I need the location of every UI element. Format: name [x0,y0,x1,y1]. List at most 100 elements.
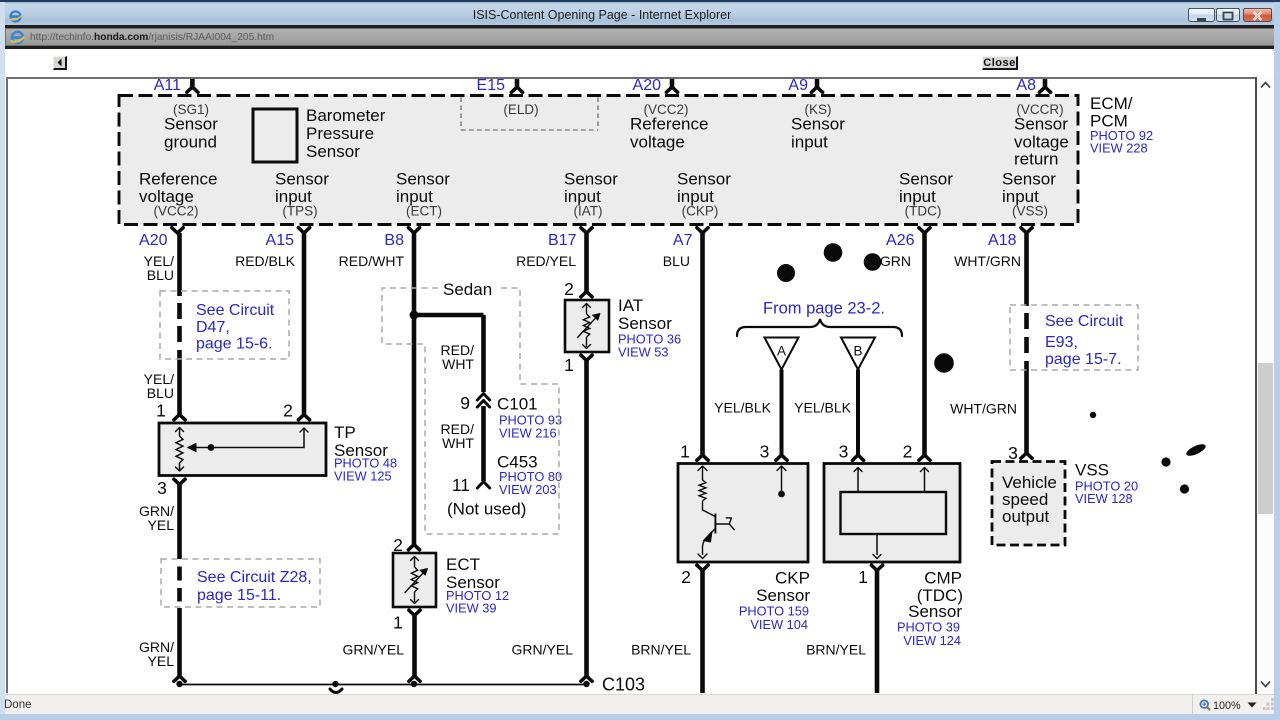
svg-text:ECM/: ECM/ [1090,94,1133,113]
svg-text:BRN/YEL: BRN/YEL [806,642,866,658]
svg-text:Sensor: Sensor [677,170,731,189]
svg-text:From page 23-2.: From page 23-2. [763,300,885,318]
svg-text:return: return [1014,150,1058,169]
svg-text:B17: B17 [548,232,577,249]
svg-text:BLU: BLU [147,267,174,283]
svg-text:D47,: D47, [196,319,230,336]
svg-text:A20: A20 [633,77,662,94]
svg-text:See Circuit: See Circuit [1045,313,1124,330]
svg-text:CKP: CKP [775,569,810,588]
svg-text:VIEW 104: VIEW 104 [750,617,808,632]
svg-text:2: 2 [681,567,691,587]
svg-text:BLU: BLU [663,253,690,269]
svg-text:RED/BLK: RED/BLK [235,253,296,269]
svg-text:Sensor: Sensor [791,115,845,134]
svg-text:WHT: WHT [442,435,474,451]
svg-text:Barometer: Barometer [306,106,386,125]
svg-text:input: input [791,133,828,152]
svg-text:B: B [853,344,862,359]
svg-text:Sensor: Sensor [396,170,450,189]
svg-text:1: 1 [156,401,166,421]
svg-text:2: 2 [903,442,913,462]
svg-text:Pressure: Pressure [306,124,374,143]
svg-text:WHT/GRN: WHT/GRN [954,253,1021,269]
svg-text:1: 1 [680,442,690,462]
svg-text:B8: B8 [384,232,404,249]
svg-text:CMP: CMP [924,569,962,588]
svg-text:Sensor: Sensor [908,602,962,621]
svg-text:A7: A7 [673,232,693,249]
svg-text:(VSS): (VSS) [1012,204,1048,219]
svg-text:Sensor: Sensor [1002,170,1056,189]
svg-text:2: 2 [564,279,574,299]
svg-text:BRN/YEL: BRN/YEL [631,642,691,658]
svg-text:Sensor: Sensor [756,586,810,605]
svg-text:(TDC): (TDC) [905,204,942,219]
svg-text:A: A [777,344,786,359]
svg-text:Reference: Reference [630,115,708,134]
svg-text:WHT: WHT [442,356,474,372]
svg-text:VIEW 216: VIEW 216 [499,426,557,441]
svg-text:A8: A8 [1016,77,1036,94]
svg-text:A11: A11 [154,77,181,94]
svg-text:See Circuit Z28,: See Circuit Z28, [197,569,312,586]
svg-text:(CKP): (CKP) [682,204,719,219]
svg-text:Sensor: Sensor [164,115,218,134]
svg-text:VIEW 53: VIEW 53 [618,345,669,360]
svg-text:Sedan: Sedan [443,280,492,299]
svg-text:A15: A15 [266,232,295,249]
svg-text:VIEW 128: VIEW 128 [1075,491,1133,506]
svg-text:3: 3 [1008,443,1018,463]
svg-text:Sensor: Sensor [1014,115,1068,134]
svg-text:3: 3 [839,442,849,462]
svg-text:(Not used): (Not used) [447,500,526,519]
svg-text:page 15-11.: page 15-11. [197,587,281,604]
svg-text:WHT/GRN: WHT/GRN [950,401,1017,417]
svg-text:3: 3 [760,442,770,462]
svg-text:2: 2 [283,401,293,421]
svg-text:ECT: ECT [446,555,480,574]
svg-text:(VCC2): (VCC2) [153,204,198,219]
svg-text:VIEW 125: VIEW 125 [334,469,392,484]
svg-text:VIEW 39: VIEW 39 [446,601,497,616]
svg-text:2: 2 [393,535,403,555]
svg-text:A20: A20 [139,232,168,249]
svg-text:ground: ground [164,133,217,152]
svg-text:1: 1 [564,355,574,375]
svg-text:GRN: GRN [880,253,911,269]
svg-text:11: 11 [452,475,470,495]
svg-text:VIEW 228: VIEW 228 [1090,141,1148,156]
svg-text:IAT: IAT [618,296,643,315]
svg-text:Sensor: Sensor [899,170,953,189]
svg-text:VSS: VSS [1075,461,1109,480]
svg-text:BLU: BLU [147,385,174,401]
svg-text:A18: A18 [988,232,1017,249]
svg-text:C101: C101 [497,395,538,414]
svg-text:(IAT): (IAT) [574,204,603,219]
svg-text:RED/WHT: RED/WHT [339,253,405,269]
svg-text:TP: TP [334,423,356,442]
svg-text:E93,: E93, [1045,334,1078,351]
svg-text:See Circuit: See Circuit [196,302,275,319]
svg-text:page 15-7.: page 15-7. [1045,351,1122,368]
svg-text:YEL/BLK: YEL/BLK [714,400,771,416]
svg-text:Sensor: Sensor [618,314,672,333]
svg-text:YEL: YEL [148,653,175,669]
svg-text:GRN/YEL: GRN/YEL [343,642,405,658]
svg-text:3: 3 [157,478,167,498]
svg-text:9: 9 [460,393,470,413]
svg-text:E15: E15 [477,77,506,94]
svg-text:Sensor: Sensor [275,170,329,189]
svg-text:VIEW 124: VIEW 124 [903,633,961,648]
svg-text:Sensor: Sensor [564,170,618,189]
svg-text:voltage: voltage [630,133,685,152]
svg-text:(ELD): (ELD) [503,102,538,117]
svg-text:GRN/YEL: GRN/YEL [512,642,574,658]
svg-text:C103: C103 [602,675,645,695]
svg-text:RED/YEL: RED/YEL [516,253,576,269]
svg-text:VIEW 203: VIEW 203 [499,482,557,497]
svg-text:YEL/BLK: YEL/BLK [794,400,851,416]
svg-text:A26: A26 [886,232,915,249]
svg-text:Reference: Reference [139,170,217,189]
svg-text:1: 1 [858,567,868,587]
